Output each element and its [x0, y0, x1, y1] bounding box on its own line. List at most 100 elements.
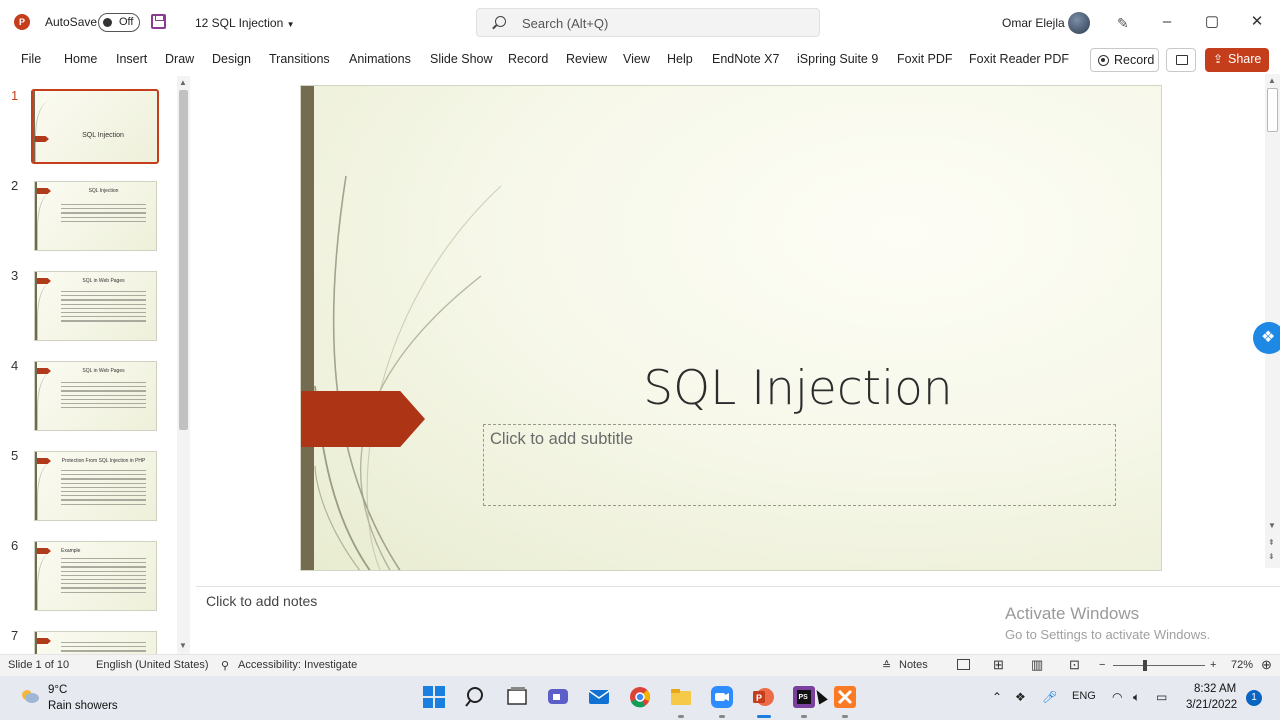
dropbox-tray-icon[interactable]: ❖: [1015, 690, 1026, 704]
running-indicator: [842, 715, 848, 718]
notes-placeholder[interactable]: Click to add notes: [206, 593, 317, 609]
tab-view[interactable]: View: [623, 52, 650, 66]
pen-icon[interactable]: ✎: [1117, 15, 1129, 32]
dropbox-icon[interactable]: [1253, 322, 1280, 354]
fit-to-window-icon[interactable]: ⊕: [1261, 657, 1272, 673]
normal-view-icon[interactable]: [957, 659, 970, 670]
tab-transitions[interactable]: Transitions: [269, 52, 330, 66]
slide-thumbnail-2[interactable]: SQL Injection: [34, 181, 157, 251]
teams-chat-icon[interactable]: [546, 685, 570, 709]
slide-thumbnail-7[interactable]: [34, 631, 157, 654]
notification-badge[interactable]: 1: [1246, 690, 1262, 706]
clock-date[interactable]: 3/21/2022: [1186, 699, 1237, 711]
document-title-dropdown[interactable]: 12 SQL Injection ▼: [195, 16, 295, 30]
tab-animations[interactable]: Animations: [349, 52, 411, 66]
microphone-icon[interactable]: 🎤︎: [1042, 690, 1057, 704]
slide-thumbnail-1[interactable]: SQL Injection: [31, 89, 159, 164]
record-button[interactable]: Record: [1090, 48, 1159, 72]
slide-thumbnail-6[interactable]: Example: [34, 541, 157, 611]
notes-button[interactable]: Notes: [899, 659, 928, 671]
tab-design[interactable]: Design: [212, 52, 251, 66]
zoom-level[interactable]: 72%: [1231, 659, 1253, 671]
canvas-scrollbar[interactable]: ▲ ▼ ⇞ ⇟: [1265, 74, 1280, 568]
active-indicator: [757, 715, 771, 718]
chrome-icon[interactable]: [628, 685, 652, 709]
svg-text:P: P: [756, 693, 762, 703]
next-slide-icon[interactable]: ⇟: [1268, 552, 1275, 561]
scroll-up-icon[interactable]: ▲: [179, 78, 187, 87]
file-explorer-icon[interactable]: [669, 685, 693, 709]
tab-home[interactable]: Home: [64, 52, 97, 66]
clock-time[interactable]: 8:32 AM: [1194, 683, 1236, 695]
tab-endnote[interactable]: EndNote X7: [712, 52, 779, 66]
subtitle-placeholder-box[interactable]: Click to add subtitle: [483, 424, 1116, 506]
zoom-app-icon[interactable]: [710, 685, 734, 709]
rain-cloud-icon[interactable]: [20, 688, 40, 704]
notes-divider[interactable]: [196, 586, 1280, 587]
tab-foxit-pdf[interactable]: Foxit PDF: [897, 52, 953, 66]
slideshow-icon[interactable]: ⊡: [1069, 657, 1080, 673]
tab-draw[interactable]: Draw: [165, 52, 194, 66]
comments-icon[interactable]: [1166, 48, 1196, 72]
xampp-icon[interactable]: [833, 685, 857, 709]
slide-thumbnail-3[interactable]: SQL in Web Pages: [34, 271, 157, 341]
search-icon[interactable]: [464, 685, 488, 709]
slide-thumbnail-4[interactable]: SQL in Web Pages: [34, 361, 157, 431]
toggle-knob: [103, 18, 112, 27]
tab-ispring[interactable]: iSpring Suite 9: [797, 52, 878, 66]
tab-review[interactable]: Review: [566, 52, 607, 66]
thumbnail-number: 5: [11, 448, 19, 463]
phpstorm-icon[interactable]: PS: [792, 685, 816, 709]
thumbnail-scrollbar[interactable]: ▲ ▼: [177, 76, 190, 654]
activate-windows-watermark: Activate Windows: [1005, 604, 1140, 623]
scroll-up-icon[interactable]: ▲: [1268, 76, 1276, 85]
scrollbar-thumb[interactable]: [179, 90, 188, 430]
tab-insert[interactable]: Insert: [116, 52, 147, 66]
input-language[interactable]: ENG: [1072, 690, 1096, 702]
previous-slide-icon[interactable]: ⇞: [1268, 538, 1275, 547]
maximize-button[interactable]: ▢: [1197, 10, 1227, 34]
volume-icon[interactable]: 🔈︎: [1133, 690, 1140, 705]
task-view-icon[interactable]: [505, 685, 529, 709]
status-bar: Slide 1 of 10 English (United States) ⚲ …: [0, 654, 1280, 676]
windows-start-icon[interactable]: [422, 685, 446, 709]
tab-help[interactable]: Help: [667, 52, 693, 66]
battery-icon[interactable]: ▭: [1156, 690, 1167, 704]
chevron-up-icon[interactable]: ⌃: [992, 690, 1002, 704]
zoom-slider[interactable]: [1113, 665, 1205, 666]
document-title: 12 SQL Injection: [195, 16, 284, 30]
scroll-down-icon[interactable]: ▼: [1268, 521, 1276, 530]
language-indicator[interactable]: English (United States): [96, 659, 209, 671]
close-button[interactable]: ✕: [1242, 10, 1272, 34]
minimize-button[interactable]: –: [1152, 10, 1182, 34]
scroll-down-icon[interactable]: ▼: [179, 641, 187, 650]
slide-sorter-icon[interactable]: ⊞: [993, 657, 1004, 673]
share-button[interactable]: ⇪ Share: [1205, 48, 1269, 72]
tab-foxit-reader-pdf[interactable]: Foxit Reader PDF: [969, 52, 1069, 66]
accessibility-status[interactable]: Accessibility: Investigate: [238, 659, 357, 671]
tab-record[interactable]: Record: [508, 52, 548, 66]
slide-thumbnail-5[interactable]: Protection From SQL Injection in PHP: [34, 451, 157, 521]
powerpoint-logo-icon: P: [14, 14, 30, 30]
zoom-slider-knob[interactable]: [1143, 660, 1147, 671]
wifi-icon[interactable]: ◠: [1112, 690, 1122, 704]
tab-file[interactable]: File: [21, 52, 41, 66]
zoom-out-button[interactable]: −: [1099, 659, 1105, 671]
zoom-in-button[interactable]: +: [1210, 659, 1216, 671]
reading-view-icon[interactable]: ▥: [1031, 657, 1043, 673]
avatar[interactable]: [1068, 12, 1090, 34]
mail-icon[interactable]: [587, 685, 611, 709]
slide-title[interactable]: SQL Injection: [483, 361, 1113, 431]
autosave-toggle[interactable]: Off: [98, 13, 140, 32]
powerpoint-icon[interactable]: P: [751, 685, 775, 709]
scrollbar-thumb[interactable]: [1267, 88, 1278, 132]
thumbnail-number: 4: [11, 358, 19, 373]
user-name[interactable]: Omar Elejla: [1002, 16, 1065, 30]
weather-temperature[interactable]: 9°C: [48, 684, 67, 696]
search-box[interactable]: Search (Alt+Q): [476, 8, 820, 37]
save-icon[interactable]: [151, 14, 166, 29]
tab-slide-show[interactable]: Slide Show: [430, 52, 493, 66]
weather-condition[interactable]: Rain showers: [48, 700, 118, 712]
slide[interactable]: SQL Injection Click to add subtitle: [300, 85, 1162, 571]
subtitle-placeholder: Click to add subtitle: [490, 430, 634, 448]
